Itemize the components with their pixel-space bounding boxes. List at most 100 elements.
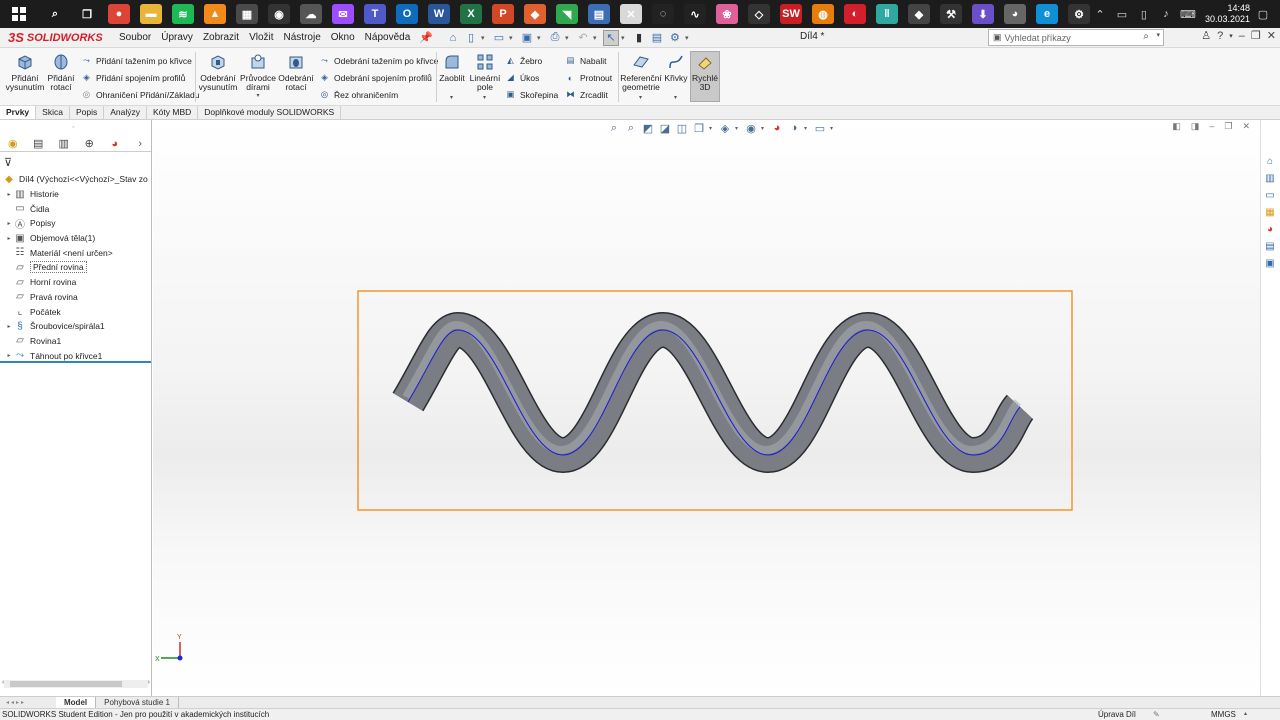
graph-app-icon[interactable]: ∿ — [684, 4, 706, 24]
menu-insert[interactable]: Vložit — [244, 32, 278, 43]
windows-start-icon[interactable] — [0, 0, 38, 28]
pink-app-icon[interactable]: ❀ — [716, 4, 738, 24]
display-manager-tab-icon[interactable]: ◕ — [108, 137, 122, 151]
green-app-icon[interactable]: ◥ — [556, 4, 578, 24]
new-document-icon[interactable]: ▯ — [463, 30, 479, 46]
revolved-cut-button[interactable]: Odebrání rotací — [278, 52, 314, 92]
home-icon[interactable]: ⌂ — [445, 30, 461, 46]
file-explorer-pane-icon[interactable]: ▭ — [1263, 189, 1277, 202]
revolve-boss-button[interactable]: Přidání rotací — [46, 52, 76, 92]
excel-icon[interactable]: X — [460, 4, 482, 24]
tab-features[interactable]: Prvky — [0, 106, 37, 119]
chevron-right-icon[interactable]: › — [148, 679, 150, 686]
graphics-area[interactable]: ⌕ ⌕ ◩ ◪ ◫ ❒ ▾ ◈ ▾ ◉ ▾ ◕ ◑ ▾ ▭ ▾ ◧ ◨ – ❐ ✕ — [153, 120, 1260, 696]
menu-window[interactable]: Okno — [326, 32, 360, 43]
menu-view[interactable]: Zobrazit — [198, 32, 244, 43]
menu-help[interactable]: Nápověda — [360, 32, 416, 43]
restore-icon[interactable]: ❐ — [1251, 29, 1261, 42]
diamond-app-icon[interactable]: ◆ — [908, 4, 930, 24]
menu-file[interactable]: Soubor — [114, 32, 156, 43]
boundary-cut-button[interactable]: ◎ Řez ohraničením — [318, 88, 398, 101]
tree-item[interactable]: ▭ Čidla — [0, 201, 152, 216]
swept-cut-button[interactable]: ⤳ Odebrání tažením po křivce — [318, 54, 438, 67]
tab-navigation-arrows[interactable]: ◂◂▸▸ — [0, 699, 56, 706]
linear-pattern-button[interactable]: Lineární pole — [468, 52, 502, 92]
battery-icon[interactable]: ▯ — [1135, 5, 1153, 23]
messenger-icon[interactable]: ✉ — [332, 4, 354, 24]
word-icon[interactable]: W — [428, 4, 450, 24]
chevron-up-icon[interactable]: ⌃ — [1091, 5, 1109, 23]
search-app-icon[interactable]: ⌕ — [44, 4, 66, 24]
draft-button[interactable]: ◢ Úkos — [504, 71, 539, 84]
chevron-down-icon[interactable]: ▾ — [685, 34, 693, 42]
tree-item[interactable]: ▸ ▥ Historie — [0, 187, 152, 202]
calculator-icon[interactable]: ▦ — [236, 4, 258, 24]
gray-app-icon[interactable]: ◕ — [1004, 4, 1026, 24]
pin-menu-icon[interactable]: 📌 — [419, 31, 433, 44]
tab-evaluate[interactable]: Analýzy — [104, 106, 147, 119]
chevron-down-icon[interactable]: ▾ — [483, 94, 486, 101]
design-library-icon[interactable]: ▥ — [1263, 172, 1277, 185]
volume-icon[interactable]: ♪ — [1157, 5, 1175, 23]
chevron-left-icon[interactable]: ‹ — [2, 679, 4, 686]
red-app-icon[interactable]: ◐ — [844, 4, 866, 24]
dimxpert-manager-tab-icon[interactable]: ⊕ — [83, 137, 97, 151]
tree-item[interactable]: ▸ ▣ Objemová tělа(1) — [0, 231, 152, 246]
solidworks-resources-icon[interactable]: ⌂ — [1263, 155, 1277, 168]
scrollbar-thumb[interactable] — [10, 681, 122, 687]
tree-item[interactable]: ☷ Materiál <není určen> — [0, 245, 152, 260]
inkscape-icon[interactable]: ◇ — [748, 4, 770, 24]
bars-app-icon[interactable]: ‖ — [876, 4, 898, 24]
tools-app-icon[interactable]: ⚒ — [940, 4, 962, 24]
tree-item[interactable]: ▱ Rovina1 — [0, 334, 152, 349]
hole-wizard-button[interactable]: Průvodce dírami ▾ — [240, 52, 276, 101]
spotify-icon[interactable]: ≋ — [172, 4, 194, 24]
reference-geometry-button[interactable]: Referenční geometrie — [620, 52, 662, 92]
close-icon[interactable]: ✕ — [1267, 29, 1276, 42]
network-icon[interactable]: ▭ — [1113, 5, 1131, 23]
tab-sketch[interactable]: Skica — [36, 106, 70, 119]
download-app-icon[interactable]: ⬇ — [972, 4, 994, 24]
tree-horizontal-scrollbar[interactable]: ‹ › — [2, 679, 150, 688]
cloud-app-icon[interactable]: ☁ — [300, 4, 322, 24]
curves-button[interactable]: Křivky — [664, 52, 688, 83]
command-search-box[interactable]: ▣ Vyhledat příkazy ⌕ ▾ — [988, 29, 1164, 46]
solidworks-logo[interactable]: 3S SOLIDWORKS — [0, 30, 112, 45]
rebuild-traffic-light-icon[interactable]: ▮ — [631, 30, 647, 46]
chevron-down-icon[interactable]: ▾ — [509, 34, 517, 42]
unit-system[interactable]: MMGS — [1211, 709, 1236, 720]
tab-model[interactable]: Model — [56, 697, 97, 708]
instant3d-button[interactable]: Rychlé 3D — [691, 52, 719, 92]
gear-app-icon[interactable]: ⚙ — [1068, 4, 1090, 24]
boundary-boss-button[interactable]: ◎ Ohraničení Přidání/Základu — [80, 88, 200, 101]
custom-properties-icon[interactable]: ▤ — [1263, 240, 1277, 253]
minimize-icon[interactable]: – — [1239, 30, 1245, 42]
view-palette-icon[interactable]: ▦ — [1263, 206, 1277, 219]
tree-item[interactable]: ▱ Horní rovina — [0, 275, 152, 290]
search-icon[interactable]: ⌕ — [1143, 31, 1149, 42]
file-explorer-icon[interactable]: ▬ — [140, 4, 162, 24]
chevron-down-icon[interactable]: ▾ — [593, 34, 601, 42]
rebuild-status-icon[interactable]: ✎ — [1153, 709, 1160, 720]
appearances-icon[interactable]: ◕ — [1263, 223, 1277, 236]
task-view-icon[interactable]: ❐ — [76, 4, 98, 24]
chevron-down-icon[interactable]: ▾ — [1229, 32, 1233, 40]
save-icon[interactable]: ▣ — [519, 30, 535, 46]
undo-icon[interactable]: ↶ — [575, 30, 591, 46]
notepad-icon[interactable]: ▤ — [588, 4, 610, 24]
tree-item[interactable]: ▸ Ⓐ Popisy — [0, 216, 152, 231]
intersect-button[interactable]: ◐ Protnout — [564, 71, 612, 84]
mirror-button[interactable]: ⧓ Zrcadlit — [564, 88, 608, 101]
select-pointer-icon[interactable]: ↖ — [602, 29, 619, 46]
chevron-down-icon[interactable]: ▾ — [1156, 31, 1160, 39]
tab-solidworks-addins[interactable]: Doplňkové moduly SOLIDWORKS — [198, 106, 342, 119]
feature-manager-tab-icon[interactable]: ◉ — [6, 137, 20, 151]
menu-tools[interactable]: Nástroje — [279, 32, 326, 43]
chrome-icon[interactable]: ● — [108, 4, 130, 24]
open-folder-icon[interactable]: ▭ — [491, 30, 507, 46]
tree-item[interactable]: ▱ Pravá rovina — [0, 290, 152, 305]
shell-button[interactable]: ▣ Skořepina — [504, 88, 558, 101]
tab-mbd-dimensions[interactable]: Kóty MBD — [147, 106, 199, 119]
expand-arrow-icon[interactable]: ▸ — [5, 191, 13, 198]
menu-edit[interactable]: Úpravy — [156, 32, 198, 43]
